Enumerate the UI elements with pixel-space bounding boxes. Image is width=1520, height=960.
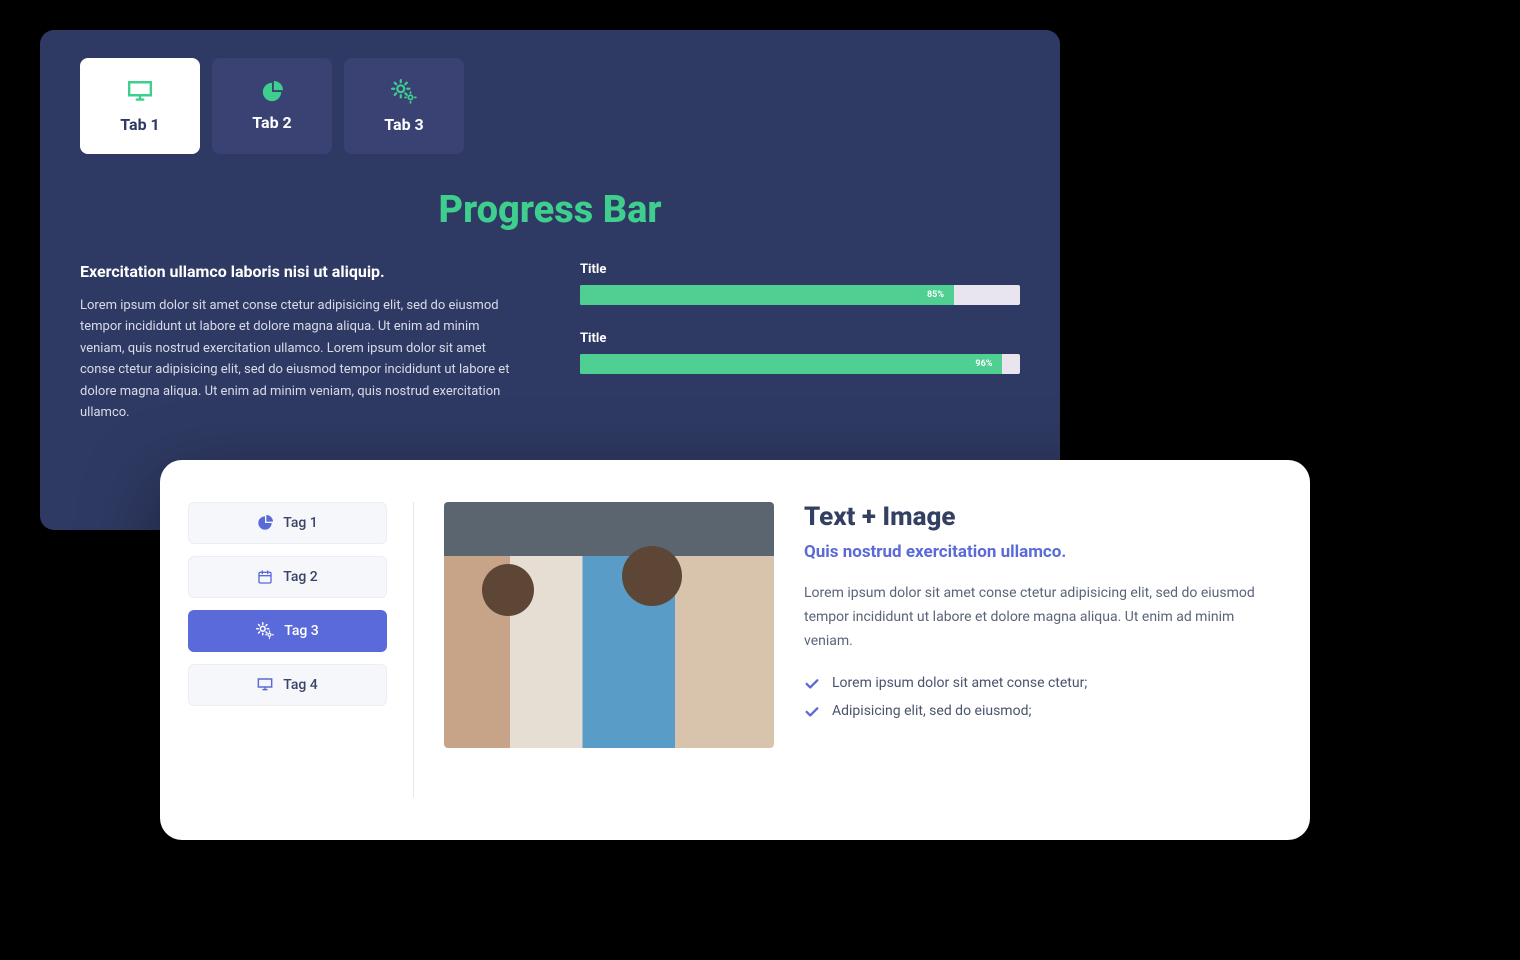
image-column — [444, 502, 774, 798]
tab-list: Tab 1 Tab 2 Tab 3 — [80, 58, 1020, 154]
lead-text: Exercitation ullamco laboris nisi ut ali… — [80, 262, 520, 281]
progress-track: 96% — [580, 354, 1020, 374]
pie-chart-icon — [257, 515, 273, 531]
body-text: Lorem ipsum dolor sit amet conse ctetur … — [80, 295, 520, 424]
check-icon — [804, 704, 820, 718]
check-item: Lorem ipsum dolor sit amet conse ctetur; — [804, 675, 1270, 691]
text-image-body: Lorem ipsum dolor sit amet conse ctetur … — [804, 582, 1270, 653]
tab-1[interactable]: Tab 1 — [80, 58, 200, 154]
progress-list: Title 85% Title 96% — [580, 262, 1020, 424]
section-title: Progress Bar — [80, 188, 1020, 232]
text-image-title: Text + Image — [804, 502, 1270, 532]
progress-item-1: Title 85% — [580, 262, 1020, 305]
progress-title: Title — [580, 262, 1020, 277]
progress-fill: 96% — [580, 354, 1002, 374]
group-photo — [444, 502, 774, 748]
text-column: Text + Image Quis nostrud exercitation u… — [804, 502, 1270, 798]
desktop-icon — [127, 79, 153, 105]
progress-title: Title — [580, 331, 1020, 346]
tag-label: Tag 3 — [284, 623, 319, 639]
progress-track: 85% — [580, 285, 1020, 305]
gears-icon — [391, 79, 417, 105]
tab-2[interactable]: Tab 2 — [212, 58, 332, 154]
tab-label: Tab 1 — [120, 115, 159, 134]
tag-4[interactable]: Tag 4 — [188, 664, 387, 706]
tab-label: Tab 3 — [384, 115, 423, 134]
progress-label: 96% — [975, 359, 992, 369]
progress-item-2: Title 96% — [580, 331, 1020, 374]
desktop-icon — [257, 677, 273, 693]
content-left: Exercitation ullamco laboris nisi ut ali… — [80, 262, 520, 424]
check-item: Adipisicing elit, sed do eiusmod; — [804, 703, 1270, 719]
tab-label: Tab 2 — [252, 113, 291, 132]
calendar-icon — [257, 569, 273, 585]
content-row: Exercitation ullamco laboris nisi ut ali… — [80, 262, 1020, 424]
tag-label: Tag 1 — [283, 515, 318, 531]
tag-label: Tag 4 — [283, 677, 318, 693]
progress-fill: 85% — [580, 285, 954, 305]
check-text: Adipisicing elit, sed do eiusmod; — [832, 703, 1031, 719]
tag-2[interactable]: Tag 2 — [188, 556, 387, 598]
check-icon — [804, 676, 820, 690]
check-text: Lorem ipsum dolor sit amet conse ctetur; — [832, 675, 1087, 691]
tag-label: Tag 2 — [283, 569, 318, 585]
progress-panel: Tab 1 Tab 2 Tab 3 Progress Bar Exercitat… — [40, 30, 1060, 530]
progress-label: 85% — [927, 290, 944, 300]
check-list: Lorem ipsum dolor sit amet conse ctetur;… — [804, 675, 1270, 719]
pie-chart-icon — [261, 81, 283, 103]
tag-list: Tag 1 Tag 2 Tag 3 Tag 4 — [188, 502, 414, 798]
gears-icon — [256, 622, 274, 640]
tag-3[interactable]: Tag 3 — [188, 610, 387, 652]
text-image-subtitle: Quis nostrud exercitation ullamco. — [804, 542, 1270, 562]
tab-3[interactable]: Tab 3 — [344, 58, 464, 154]
tag-1[interactable]: Tag 1 — [188, 502, 387, 544]
text-image-panel: Tag 1 Tag 2 Tag 3 Tag 4 Text + Image Qui… — [160, 460, 1310, 840]
